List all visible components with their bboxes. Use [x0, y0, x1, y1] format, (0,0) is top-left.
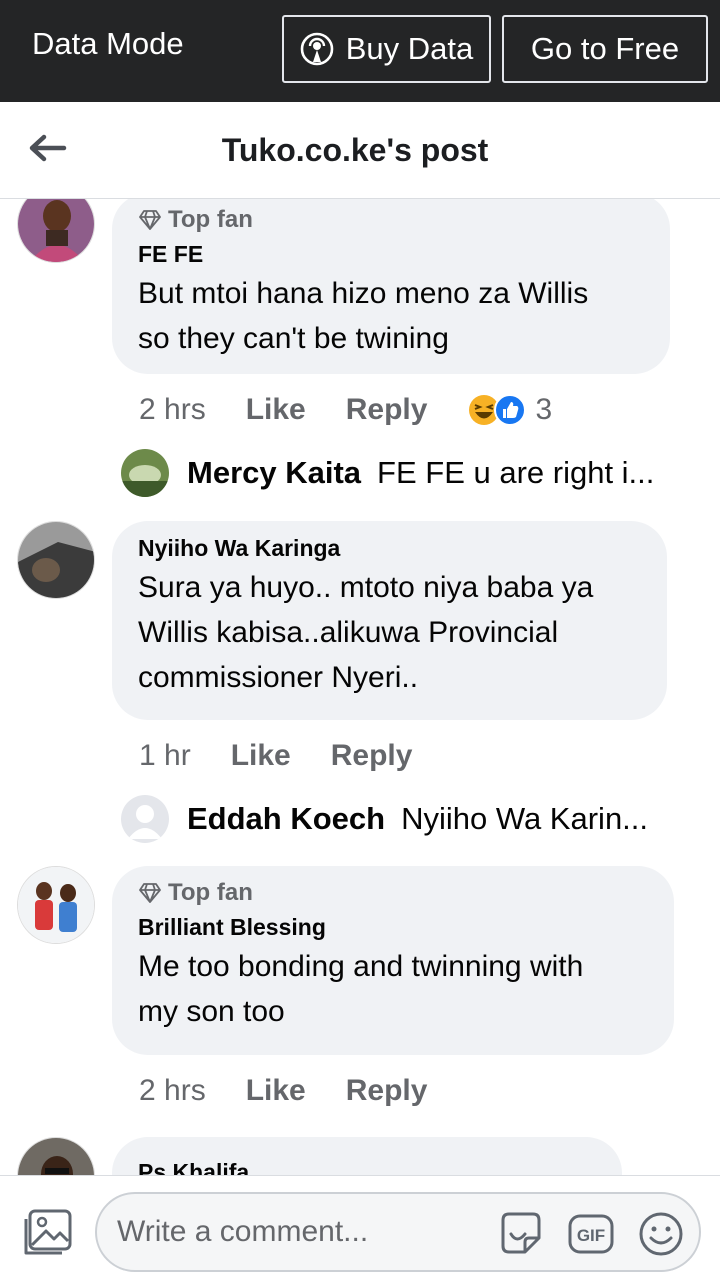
comment-bubble[interactable]: Top fan FE FE But mtoi hana hizo meno za… [112, 199, 670, 374]
comment-actions: 1 hr Like Reply [139, 736, 452, 776]
reply-text: Nyiiho Wa Karin... [401, 801, 649, 836]
comment-bubble[interactable]: Ps Khalifa [112, 1137, 622, 1175]
comment-author[interactable]: Nyiiho Wa Karinga [138, 531, 641, 565]
reply-author: Eddah Koech [187, 801, 386, 836]
gif-icon[interactable]: GIF [567, 1210, 615, 1258]
page-title: Tuko.co.ke's post [221, 132, 489, 168]
comments-feed[interactable]: Top fan FE FE But mtoi hana hizo meno za… [0, 199, 720, 1175]
post-header: Tuko.co.ke's post [0, 102, 720, 199]
reaction-summary[interactable]: 3 [467, 393, 552, 427]
comment-actions: 2 hrs Like Reply 3 [139, 390, 552, 430]
comment-text: But mtoi hana hizo meno za Willis [138, 277, 589, 310]
comment-time: 2 hrs [139, 1074, 206, 1107]
diamond-icon [139, 210, 161, 230]
avatar[interactable] [17, 521, 95, 599]
emoji-icon[interactable] [637, 1210, 685, 1258]
top-fan-badge: Top fan [138, 203, 644, 237]
reply-author: Mercy Kaita [187, 455, 362, 490]
data-mode-label: Data Mode [32, 26, 184, 61]
broadcast-icon [300, 32, 334, 66]
buy-data-label: Buy Data [345, 31, 474, 66]
comment-text: so they can't be twining [138, 322, 449, 355]
reaction-count: 3 [535, 393, 553, 426]
comment-author[interactable]: FE FE [138, 237, 644, 271]
comment-actions: 2 hrs Like Reply [139, 1071, 467, 1111]
reply-preview[interactable]: Mercy Kaita FE FE u are right i... [121, 448, 669, 498]
comment-time: 2 hrs [139, 393, 206, 426]
photo-icon[interactable] [22, 1209, 72, 1257]
go-to-free-label: Go to Free [530, 31, 680, 66]
reply-button[interactable]: Reply [346, 1074, 428, 1108]
go-to-free-button[interactable]: Go to Free [502, 15, 708, 83]
data-mode-bar: Data Mode Buy Data Go to Free [0, 0, 720, 102]
like-button[interactable]: Like [246, 393, 306, 427]
comment-text: commissioner Nyeri.. [138, 661, 419, 694]
reply-text: FE FE u are right i... [377, 455, 655, 490]
comment-author[interactable]: Ps Khalifa [138, 1155, 596, 1175]
default-user-icon [121, 795, 169, 843]
comment-author[interactable]: Brilliant Blessing [138, 910, 648, 944]
reply-preview[interactable]: Eddah Koech Nyiiho Wa Karin... [121, 794, 669, 844]
reply-avatar [121, 449, 169, 497]
avatar[interactable] [17, 199, 95, 263]
like-button[interactable]: Like [246, 1074, 306, 1108]
comment-text: Me too bonding and twinning with [138, 950, 584, 983]
like-button[interactable]: Like [231, 739, 291, 773]
avatar[interactable] [17, 866, 95, 944]
svg-text:GIF: GIF [577, 1226, 605, 1245]
comment-time: 1 hr [139, 739, 191, 772]
comment-text: Willis kabisa..alikuwa Provincial [138, 616, 559, 649]
reply-avatar [121, 795, 169, 843]
diamond-icon [139, 883, 161, 903]
top-fan-badge: Top fan [138, 876, 648, 910]
reply-button[interactable]: Reply [346, 393, 428, 427]
like-reaction-icon [494, 394, 527, 426]
comment-text: my son too [138, 995, 285, 1028]
comment-bubble[interactable]: Nyiiho Wa Karinga Sura ya huyo.. mtoto n… [112, 521, 667, 720]
comment-bubble[interactable]: Top fan Brilliant Blessing Me too bondin… [112, 866, 674, 1055]
avatar[interactable] [17, 1137, 95, 1175]
comment-input[interactable] [117, 1212, 497, 1252]
comment-text: Sura ya huyo.. mtoto niya baba ya [138, 571, 594, 604]
buy-data-button[interactable]: Buy Data [282, 15, 491, 83]
sticker-icon[interactable] [497, 1210, 545, 1258]
reply-button[interactable]: Reply [331, 739, 413, 773]
comment-input-container[interactable]: GIF [95, 1192, 701, 1272]
comment-composer: GIF [0, 1175, 720, 1277]
